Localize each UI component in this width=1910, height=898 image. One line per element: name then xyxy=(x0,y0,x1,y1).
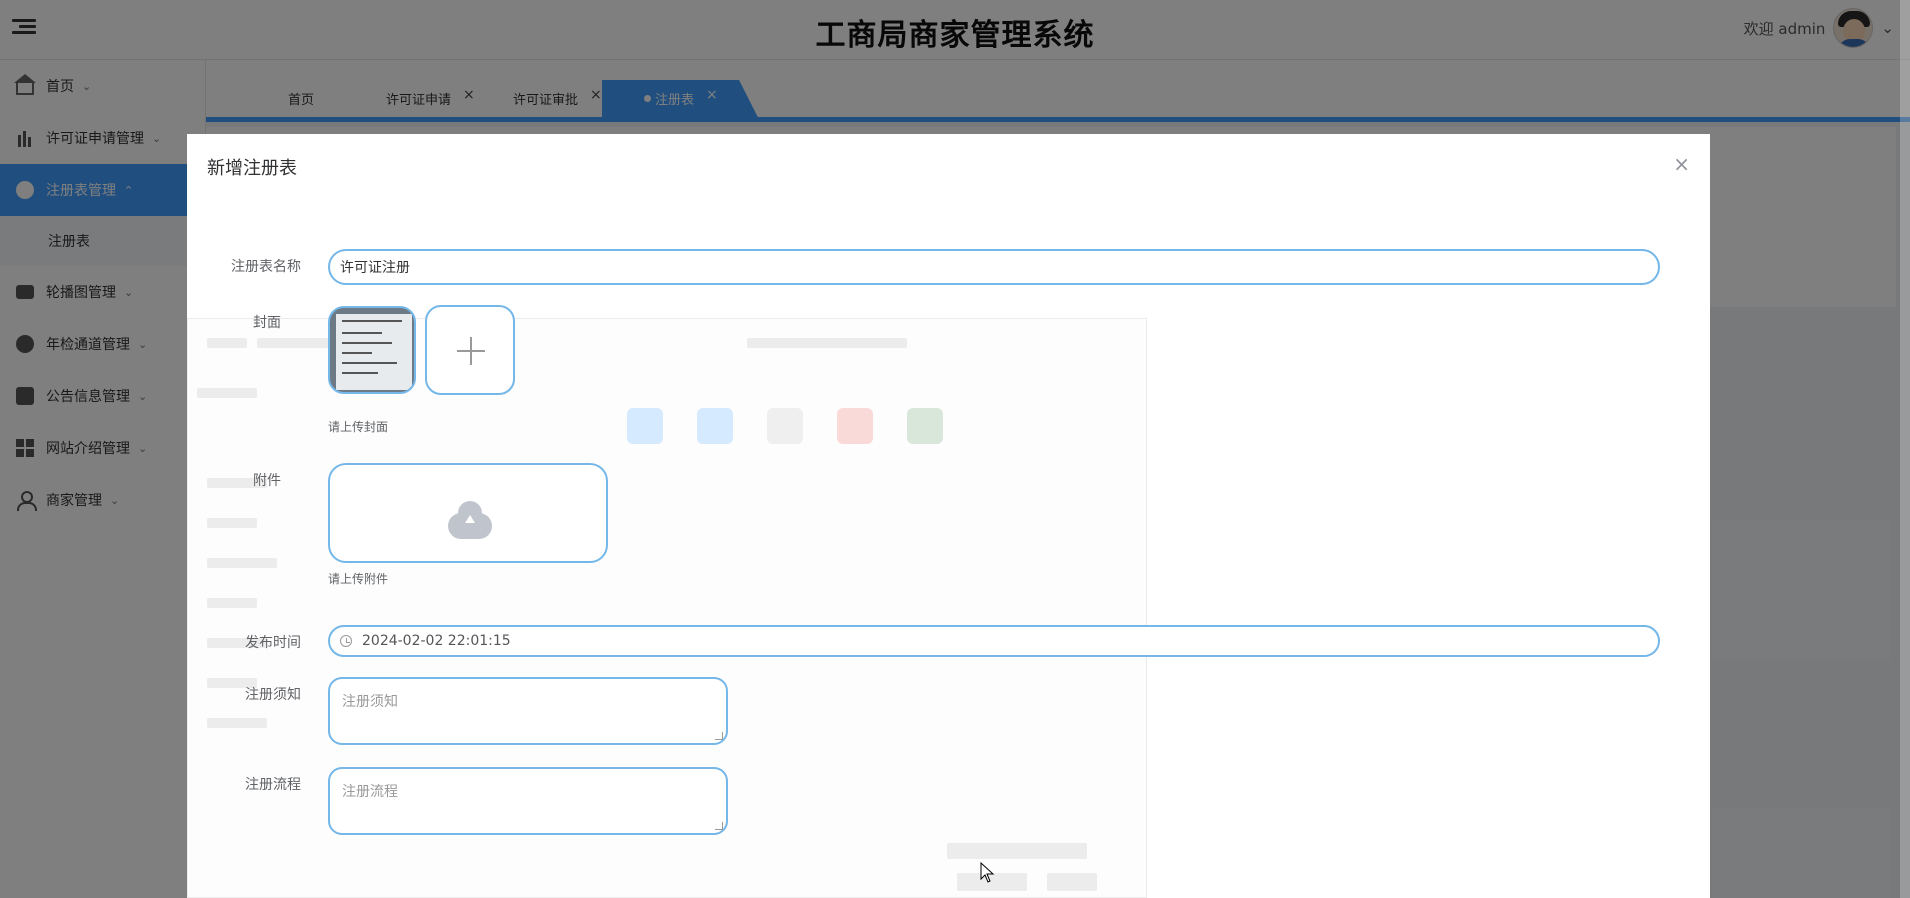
process-placeholder: 注册流程 xyxy=(342,784,398,800)
publish-time-label: 发布时间 xyxy=(245,635,301,651)
registry-name-value: 许可证注册 xyxy=(340,260,410,276)
resize-handle-icon[interactable] xyxy=(715,732,723,740)
process-label: 注册流程 xyxy=(245,777,301,793)
notice-placeholder: 注册须知 xyxy=(342,694,398,710)
upload-cloud-icon xyxy=(448,501,492,539)
clock-icon xyxy=(340,635,352,647)
cover-label: 封面 xyxy=(253,315,281,331)
registry-name-input[interactable]: 许可证注册 xyxy=(328,249,1660,285)
notice-textarea[interactable]: 注册须知 xyxy=(328,677,728,745)
attachment-hint: 请上传附件 xyxy=(328,572,389,586)
cover-thumbnail[interactable] xyxy=(328,306,416,394)
process-textarea[interactable]: 注册流程 xyxy=(328,767,728,835)
attachment-dropzone[interactable] xyxy=(328,463,608,563)
cover-hint: 请上传封面 xyxy=(328,420,389,434)
cover-upload-button[interactable] xyxy=(425,305,515,395)
scrollbar[interactable] xyxy=(1900,0,1910,898)
name-label: 注册表名称 xyxy=(231,259,301,275)
attachment-label: 附件 xyxy=(253,473,281,489)
add-registry-dialog: 新增注册表 × 注册表名称 许可证注册 封面 请上传封面 附件 请上传附件 发布… xyxy=(187,134,1710,898)
mouse-cursor-icon xyxy=(980,862,995,883)
publish-time-input[interactable]: 2024-02-02 22:01:15 xyxy=(328,625,1660,657)
publish-time-value: 2024-02-02 22:01:15 xyxy=(362,633,511,649)
dialog-title: 新增注册表 xyxy=(207,158,297,179)
close-icon[interactable]: × xyxy=(1673,154,1690,174)
resize-handle-icon[interactable] xyxy=(715,822,723,830)
notice-label: 注册须知 xyxy=(245,687,301,703)
